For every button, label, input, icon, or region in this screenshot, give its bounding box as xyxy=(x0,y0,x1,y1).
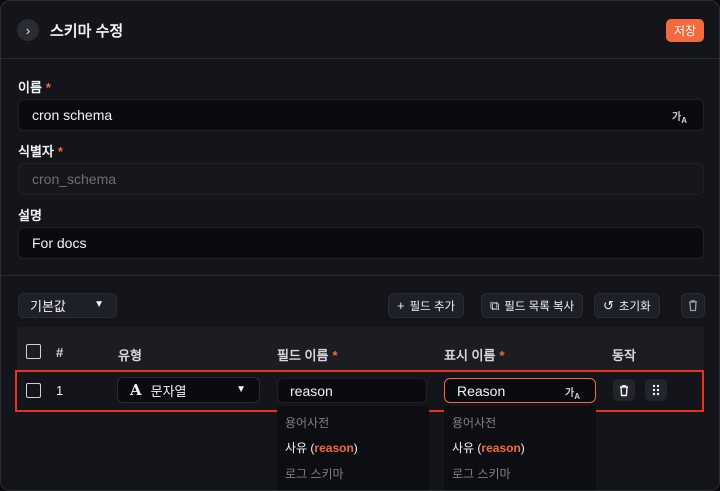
chevron-down-icon: ▼ xyxy=(236,384,246,395)
plus-icon: + xyxy=(397,298,405,313)
copy-fields-button[interactable]: ⧉ 필드 목록 복사 xyxy=(481,293,584,318)
copy-icon: ⧉ xyxy=(490,297,500,313)
schema-edit-panel: › 스키마 수정 저장 이름 * cron schema 가A 식별자 * cron… xyxy=(0,0,720,491)
add-field-button[interactable]: + 필드 추가 xyxy=(388,293,465,318)
description-field[interactable]: For docs xyxy=(18,227,704,259)
name-label: 이름 * xyxy=(18,80,51,95)
suggestion-group-heading: 용어사전 xyxy=(452,416,497,430)
select-all-checkbox[interactable] xyxy=(26,344,41,359)
row-index: 1 xyxy=(56,383,64,398)
reset-button[interactable]: ↺ 초기화 xyxy=(594,293,660,318)
suggestion-group-heading: 로그 스키마 xyxy=(452,467,511,481)
delete-all-button[interactable] xyxy=(681,293,705,318)
section-divider xyxy=(1,275,719,276)
translate-icon[interactable]: 가A xyxy=(672,108,687,125)
required-mark: * xyxy=(45,80,51,95)
drag-handle[interactable] xyxy=(645,379,667,401)
chevron-right-icon: › xyxy=(25,22,31,38)
save-button[interactable]: 저장 xyxy=(666,19,704,42)
col-field-name: 필드 이름 * xyxy=(277,348,338,363)
col-index: # xyxy=(56,345,64,360)
translate-icon[interactable]: 가A xyxy=(565,384,580,401)
col-type: 유형 xyxy=(118,348,142,363)
trash-icon xyxy=(620,384,628,396)
id-label: 식별자 * xyxy=(18,144,63,159)
col-display-name: 표시 이름 * xyxy=(444,348,505,363)
history-icon: ↺ xyxy=(603,297,614,313)
default-select[interactable]: 기본값 ▼ xyxy=(18,293,117,318)
chevron-down-icon: ▼ xyxy=(94,299,104,310)
suggestion-group-heading: 로그 스키마 xyxy=(285,467,344,481)
panel-header: › 스키마 수정 저장 xyxy=(1,1,719,59)
field-name-suggestions: 용어사전 사유 (reason) 로그 스키마 xyxy=(277,406,429,490)
identifier-field: cron_schema xyxy=(18,163,704,195)
required-mark: * xyxy=(57,144,63,159)
grip-icon xyxy=(652,384,660,396)
text-type-icon: A xyxy=(130,381,142,399)
row-checkbox[interactable] xyxy=(26,383,41,398)
collapse-button[interactable]: › xyxy=(17,19,39,41)
page-title: 스키마 수정 xyxy=(50,23,124,40)
display-name-input[interactable]: Reason 가A xyxy=(444,378,596,403)
delete-row-button[interactable] xyxy=(613,379,635,401)
type-select[interactable]: A 문자열 ▼ xyxy=(117,377,260,403)
description-label: 설명 xyxy=(18,208,42,223)
col-actions: 동작 xyxy=(612,348,636,363)
suggestion-item[interactable]: 사유 (reason) xyxy=(452,439,525,456)
field-name-input[interactable]: reason xyxy=(277,378,427,403)
trash-icon xyxy=(689,300,697,312)
suggestion-group-heading: 용어사전 xyxy=(285,416,330,430)
suggestion-item[interactable]: 사유 (reason) xyxy=(285,439,358,456)
display-name-suggestions: 용어사전 사유 (reason) 로그 스키마 xyxy=(444,406,596,490)
name-field[interactable]: cron schema 가A xyxy=(18,99,704,131)
